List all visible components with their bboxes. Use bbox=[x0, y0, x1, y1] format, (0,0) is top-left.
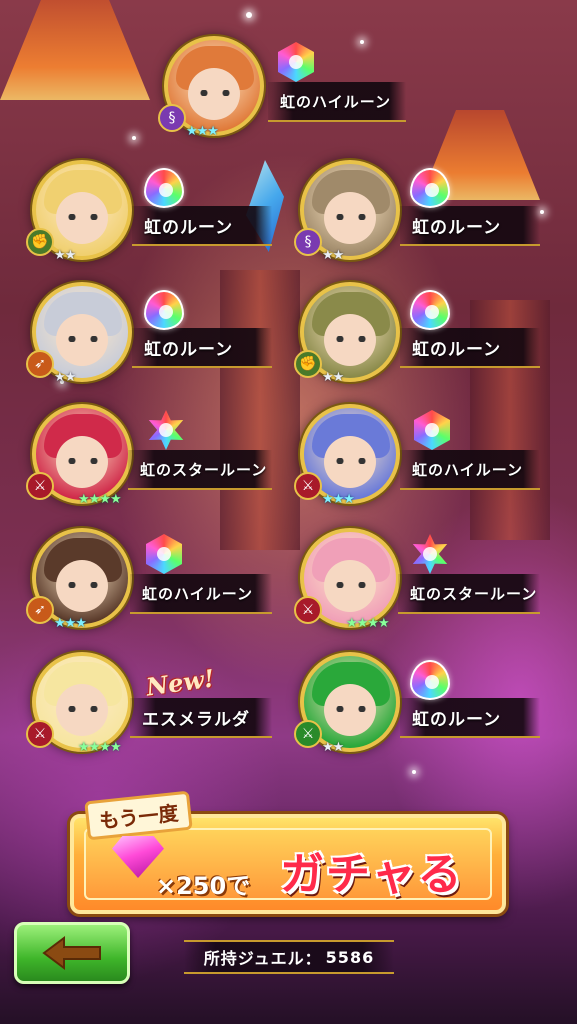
back-button[interactable] bbox=[14, 922, 130, 984]
result-label-bar: エスメラルダ bbox=[130, 698, 272, 738]
rainbow-rune-icon bbox=[148, 410, 184, 450]
staff-icon: § bbox=[158, 104, 186, 132]
jewel-balance-value: 5586 bbox=[325, 947, 375, 967]
rarity-stars: ★★★★ bbox=[78, 492, 122, 507]
rarity-stars: ★★★ bbox=[54, 616, 87, 631]
rainbow-rune-icon bbox=[146, 534, 182, 574]
sword-icon: ⚔ bbox=[26, 720, 54, 748]
result-item-name: 虹のスタールーン bbox=[410, 584, 538, 603]
result-item-name: 虹のルーン bbox=[412, 339, 502, 360]
fist-icon: ✊ bbox=[294, 350, 322, 378]
result-item-name: 虹のルーン bbox=[144, 339, 234, 360]
result-label-bar: 虹のハイルーン bbox=[130, 574, 272, 614]
result-label-bar: 虹のルーン bbox=[400, 206, 540, 246]
result-item-name: エスメラルダ bbox=[142, 709, 250, 730]
result-label-bar: 虹のルーン bbox=[132, 206, 272, 246]
rarity-stars: ★★ bbox=[54, 370, 76, 385]
rarity-stars: ★★ bbox=[322, 740, 344, 755]
staff-icon: § bbox=[294, 228, 322, 256]
rainbow-rune-icon bbox=[410, 168, 450, 208]
rarity-stars: ★★★★ bbox=[78, 740, 122, 755]
rarity-stars: ★★ bbox=[322, 248, 344, 263]
result-item-name: 虹のハイルーン bbox=[412, 460, 523, 479]
sword-icon: ⚔ bbox=[294, 596, 322, 624]
result-item-name: 虹のスタールーン bbox=[140, 460, 268, 479]
rarity-stars: ★★★ bbox=[186, 124, 219, 139]
bow-icon: ➶ bbox=[26, 596, 54, 624]
sparkle bbox=[412, 770, 416, 774]
sparkle bbox=[540, 210, 544, 214]
result-label-bar: 虹のハイルーン bbox=[268, 82, 406, 122]
background-pillar bbox=[220, 270, 300, 550]
sparkle bbox=[132, 136, 136, 140]
gacha-cost: ×250で bbox=[156, 872, 251, 900]
result-item-name: 虹のルーン bbox=[412, 709, 502, 730]
sparkle bbox=[246, 12, 252, 18]
result-label-bar: 虹のハイルーン bbox=[400, 450, 540, 490]
result-label-bar: 虹のルーン bbox=[400, 698, 540, 738]
rainbow-rune-icon bbox=[410, 660, 450, 700]
result-item-name: 虹のハイルーン bbox=[142, 584, 253, 603]
jewel-balance-label: 所持ジュエル： bbox=[203, 949, 322, 968]
result-item-name: 虹のルーン bbox=[412, 217, 502, 238]
rainbow-rune-icon bbox=[144, 290, 184, 330]
bow-icon: ➶ bbox=[26, 350, 54, 378]
sparkle bbox=[360, 40, 364, 44]
result-label-bar: 虹のスタールーン bbox=[128, 450, 272, 490]
sword-icon: ⚔ bbox=[294, 472, 322, 500]
rarity-stars: ★★★ bbox=[322, 492, 355, 507]
result-label-bar: 虹のスタールーン bbox=[398, 574, 540, 614]
sword-icon: ⚔ bbox=[26, 472, 54, 500]
rainbow-rune-icon bbox=[410, 290, 450, 330]
rarity-stars: ★★★★ bbox=[346, 616, 390, 631]
result-item-name: 虹のルーン bbox=[144, 217, 234, 238]
result-label-bar: 虹のルーン bbox=[132, 328, 272, 368]
rarity-stars: ★★ bbox=[322, 370, 344, 385]
rainbow-rune-icon bbox=[412, 534, 448, 574]
new-badge: New! bbox=[144, 663, 217, 702]
result-label-bar: 虹のルーン bbox=[400, 328, 540, 368]
sword-icon: ⚔ bbox=[294, 720, 322, 748]
result-item-name: 虹のハイルーン bbox=[280, 92, 391, 111]
gacha-action-label: ガチャる bbox=[280, 849, 464, 900]
left-arrow-icon bbox=[42, 936, 101, 970]
rainbow-rune-icon bbox=[278, 42, 314, 82]
rainbow-rune-icon bbox=[414, 410, 450, 450]
rarity-stars: ★★ bbox=[54, 248, 76, 263]
fist-icon: ✊ bbox=[26, 228, 54, 256]
jewel-balance: 所持ジュエル： 5586 bbox=[184, 940, 394, 974]
rainbow-rune-icon bbox=[144, 168, 184, 208]
